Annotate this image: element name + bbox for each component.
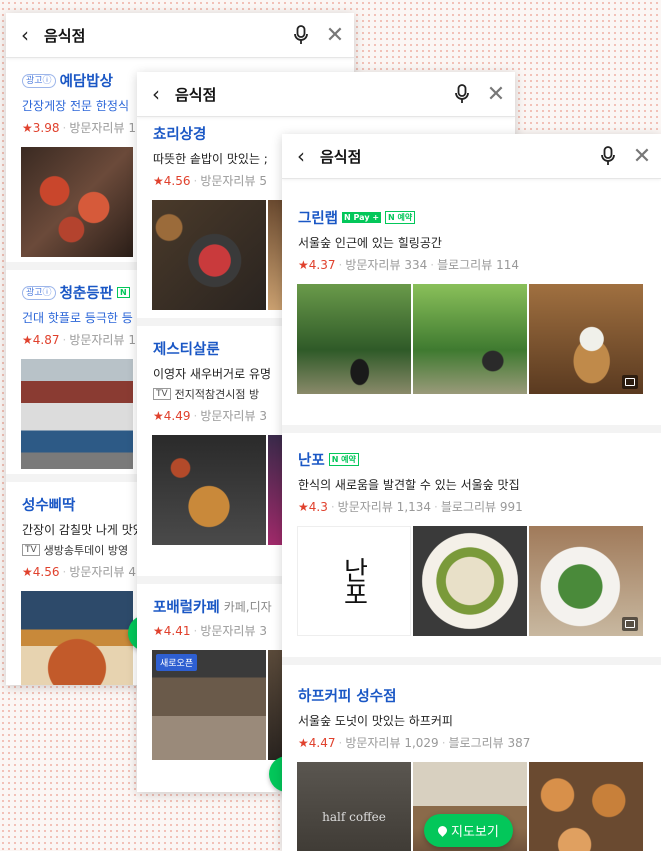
calligraphy-logo: 난포	[338, 557, 369, 605]
rating: ★4.37	[298, 258, 336, 272]
gallery-icon[interactable]	[622, 375, 638, 389]
search-query[interactable]: 음식점	[320, 146, 593, 167]
map-view-label: 지도보기	[451, 825, 499, 840]
naver-reservation-badge: N 예약	[328, 453, 359, 466]
cafe-logo: half coffee	[322, 810, 386, 824]
storefront-photo[interactable]	[21, 359, 133, 469]
rating: ★4.3	[298, 500, 328, 514]
visitor-reviews: 방문자리뷰 1,134	[337, 500, 432, 514]
visitor-reviews: 방문자리뷰 1,029	[345, 736, 439, 750]
place-title[interactable]: 쵸리상경	[153, 123, 206, 144]
rating: ★4.87	[22, 333, 60, 347]
tv-program: 전지적참견시점 방	[174, 388, 260, 401]
microphone-icon[interactable]	[593, 146, 623, 166]
tv-badge: TV	[153, 388, 171, 400]
rating: ★4.56	[22, 565, 60, 579]
naver-badge: N	[116, 287, 130, 298]
forest-photo[interactable]	[413, 284, 527, 394]
cafe-sign-photo[interactable]: half coffee	[297, 762, 411, 851]
visitor-reviews: 방문자리뷰 1	[69, 121, 136, 135]
microphone-icon[interactable]	[447, 84, 477, 104]
place-title[interactable]: 하프커피 성수점	[298, 685, 396, 706]
place-title[interactable]: 청춘등판	[60, 282, 113, 303]
place-category: 카페,디자	[223, 600, 272, 614]
tv-badge: TV	[22, 544, 40, 556]
place-title[interactable]: 포배럴카페	[153, 596, 220, 617]
ad-badge: 광고ⓘ	[22, 73, 56, 88]
food-photo[interactable]	[529, 526, 643, 636]
place-title[interactable]: 제스티살룬	[153, 338, 220, 359]
rating: ★3.98	[22, 121, 60, 135]
cafe-photo[interactable]: 새로오픈	[152, 650, 266, 760]
visitor-reviews: 방문자리뷰 3	[200, 624, 267, 638]
new-open-badge: 새로오픈	[156, 654, 198, 671]
visitor-reviews: 방문자리뷰 4	[69, 565, 136, 579]
map-pin-icon	[436, 824, 449, 837]
close-icon[interactable]: ✕	[316, 23, 354, 48]
tv-program: 생방송투데이 방영	[43, 544, 129, 557]
visitor-reviews: 방문자리뷰 5	[200, 174, 267, 188]
blog-reviews: 블로그리뷰 991	[440, 500, 523, 514]
rating: ★4.56	[153, 174, 191, 188]
microphone-icon[interactable]	[286, 25, 316, 45]
back-arrow-icon[interactable]: ‹	[282, 144, 320, 168]
donut-photo[interactable]	[529, 762, 643, 851]
visitor-reviews: 방문자리뷰 334	[345, 258, 428, 272]
blog-reviews: 블로그리뷰 114	[437, 258, 519, 272]
map-view-button[interactable]: 지도보기	[424, 814, 513, 847]
place-title[interactable]: 난포	[298, 449, 325, 470]
rating: ★4.47	[298, 736, 336, 750]
back-arrow-icon[interactable]: ‹	[6, 23, 44, 47]
place-title[interactable]: 성수삐딱	[22, 494, 75, 515]
search-results-card-3: ‹ 음식점 ✕ 그린랩 N Pay + N 예약 서울숲 인근에 있는 힐링공간…	[282, 134, 661, 851]
blog-reviews: 블로그리뷰 387	[448, 736, 531, 750]
food-photo[interactable]	[21, 147, 133, 257]
place-description: 서울숲 도넛이 맛있는 하프커피	[298, 714, 453, 728]
place-description: 한식의 새로움을 발견할 수 있는 서울숲 맛집	[298, 478, 520, 492]
food-photo[interactable]	[152, 435, 266, 545]
search-bar: ‹ 음식점 ✕	[6, 13, 354, 58]
search-query[interactable]: 음식점	[175, 84, 447, 105]
forest-photo[interactable]	[297, 284, 411, 394]
search-bar: ‹ 음식점 ✕	[137, 72, 515, 117]
visitor-reviews: 방문자리뷰 1	[69, 333, 136, 347]
place-title[interactable]: 그린랩	[298, 207, 338, 228]
place-description: 서울숲 인근에 있는 힐링공간	[298, 236, 442, 250]
food-photo[interactable]	[21, 591, 133, 685]
close-icon[interactable]: ✕	[623, 144, 661, 169]
interior-photo[interactable]	[529, 284, 643, 394]
ad-badge: 광고ⓘ	[22, 285, 56, 300]
list-item[interactable]: 그린랩 N Pay + N 예약 서울숲 인근에 있는 힐링공간 ★4.37 · 방…	[282, 179, 661, 433]
search-query[interactable]: 음식점	[44, 25, 286, 46]
naver-pay-badge: N Pay +	[342, 212, 382, 223]
gallery-icon[interactable]	[622, 617, 638, 631]
back-arrow-icon[interactable]: ‹	[137, 82, 175, 106]
rating: ★4.49	[153, 409, 191, 423]
naver-reservation-badge: N 예약	[385, 211, 416, 224]
search-bar: ‹ 음식점 ✕	[282, 134, 661, 179]
list-item[interactable]: 난포 N 예약 한식의 새로움을 발견할 수 있는 서울숲 맛집 ★4.3 · 방문…	[282, 433, 661, 665]
food-photo[interactable]	[152, 200, 266, 310]
close-icon[interactable]: ✕	[477, 82, 515, 107]
restaurant-logo[interactable]: 난포	[297, 526, 411, 636]
place-title[interactable]: 예담밥상	[60, 70, 113, 91]
visitor-reviews: 방문자리뷰 3	[200, 409, 267, 423]
rating: ★4.41	[153, 624, 191, 638]
food-photo[interactable]	[413, 526, 527, 636]
